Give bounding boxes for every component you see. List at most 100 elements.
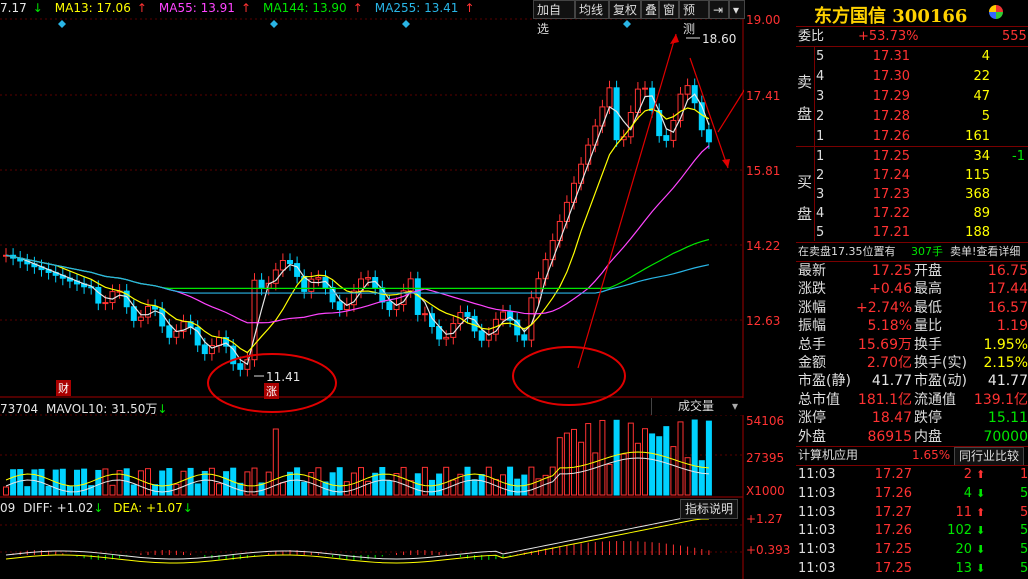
stat-label: 总手 <box>798 336 826 353</box>
candle-body <box>500 311 506 320</box>
price-axis-label: 17.41 <box>746 89 781 103</box>
order-book-row[interactable]: 2 17.28 5 <box>814 107 1028 126</box>
toolbar-button-0[interactable]: 加自选 <box>533 0 575 36</box>
toolbar-button-4[interactable]: 窗 <box>659 0 679 19</box>
volume-bar <box>492 478 499 496</box>
candle-body <box>670 119 677 141</box>
industry-compare-button[interactable]: 同行业比较 <box>954 447 1025 466</box>
ma-legend-item: MA55: 13.91 ↑ <box>159 1 257 15</box>
ma-legend-item: MA255: 13.41 ↑ <box>375 1 481 15</box>
low-price-label: 11.41 <box>266 370 301 384</box>
arrow-up-icon: ⬆ <box>976 505 986 519</box>
quote-stat-row: 外盘 86915 内盘 70000 <box>796 428 1028 446</box>
tick-time: 11:03 <box>798 523 836 539</box>
stat-value: 70000 <box>983 428 1028 445</box>
finance-marker[interactable]: 财 <box>56 380 71 396</box>
order-book-row[interactable]: 3 17.29 47 <box>814 87 1028 106</box>
volume-bar <box>208 467 215 496</box>
kline-chart[interactable] <box>0 0 744 579</box>
jump-icon[interactable]: ⇥ <box>709 0 729 19</box>
order-book-row[interactable]: 2 17.24 115 <box>814 166 1028 185</box>
volume-bar <box>528 466 535 496</box>
volume-bar <box>677 421 684 496</box>
order-change: -1 <box>1012 149 1025 164</box>
price-axis-label: 19.00 <box>746 13 781 27</box>
stat-value: 16.57 <box>987 299 1028 316</box>
stat-value: 16.75 <box>987 263 1028 279</box>
ma-legend-label: 7.17 <box>0 1 27 15</box>
ma-legend-label: MA144: 13.90 <box>263 1 347 15</box>
volume-bar <box>649 433 656 496</box>
volume-bar <box>670 446 677 496</box>
tick-price: 17.26 <box>874 523 912 539</box>
volume-bar <box>656 436 663 496</box>
mavol-arrow: ↓ <box>157 402 168 416</box>
industry-pct: 1.65% <box>912 448 951 462</box>
volume-bar <box>592 452 599 496</box>
order-book-row[interactable]: 1 17.26 161 <box>814 127 1028 146</box>
volume-bar <box>443 466 450 496</box>
order-price: 17.26 <box>872 129 910 144</box>
volume-bar <box>17 469 24 496</box>
stat-label: 量比 <box>914 318 942 335</box>
quote-stat-row: 涨跌 +0.46 最高 17.44 <box>796 280 1028 298</box>
candle-body <box>237 363 244 370</box>
buy-side-label: 买 盘 <box>796 147 815 241</box>
arrow-down-icon: ⬇ <box>976 486 986 500</box>
order-volume: 161 <box>965 129 990 144</box>
stat-label: 振幅 <box>798 318 826 335</box>
order-book-row[interactable]: 3 17.23 368 <box>814 185 1028 204</box>
toolbar-button-2[interactable]: 复权 <box>609 0 641 19</box>
toolbar-button-5[interactable]: 预测 <box>679 0 709 36</box>
candle-body <box>95 286 102 304</box>
tick-price: 17.26 <box>874 485 912 501</box>
candle-body <box>365 277 372 280</box>
pie-icon[interactable] <box>989 5 1003 19</box>
tick-volume: 4 <box>963 485 972 501</box>
dea-label: DEA: +1.07 <box>113 501 183 515</box>
volume-bar <box>223 471 230 496</box>
volume-bar <box>379 467 386 496</box>
diamond-marker <box>402 20 410 28</box>
order-book-row[interactable]: 5 17.21 188 <box>814 223 1028 242</box>
limit-up-marker[interactable]: 涨 <box>264 383 279 399</box>
high-price-label: 18.60 <box>702 32 737 46</box>
order-volume: 5 <box>981 109 990 124</box>
large-order-notice[interactable]: 在卖盘17.35位置有 307手 卖单!查看详细 <box>796 242 1028 261</box>
ma-legend-item: MA144: 13.90 ↑ <box>263 1 369 15</box>
stat-label: 涨停 <box>798 410 826 427</box>
ma5-line <box>5 93 710 366</box>
quote-stat-row: 金额 2.70亿 换手(实) 2.15% <box>796 354 1028 372</box>
order-volume: 368 <box>965 187 990 202</box>
arrow-down-icon: ⬇ <box>976 562 986 575</box>
weibi-label: 委比 <box>798 29 825 44</box>
tick-row: 11:03 17.27 11 ⬆ 5 <box>796 504 1028 522</box>
order-book-row[interactable]: 4 17.22 89 <box>814 204 1028 223</box>
order-price: 17.29 <box>872 89 910 104</box>
volume-bar <box>187 467 194 496</box>
indicator-select-label: 成交量 <box>678 399 715 413</box>
candle-body <box>145 305 151 318</box>
order-price: 17.30 <box>872 69 910 84</box>
toolbar-button-3[interactable]: 叠 <box>641 0 659 19</box>
order-price: 17.24 <box>872 168 910 183</box>
order-book-row[interactable]: 1 17.25 34 -1 <box>814 147 1028 166</box>
ma-legend-arrow: ↑ <box>464 1 475 15</box>
order-book-row[interactable]: 4 17.30 22 <box>814 67 1028 86</box>
toolbar-button-1[interactable]: 均线 <box>575 0 609 19</box>
indicator-select[interactable]: 成交量 ▾ <box>651 398 744 415</box>
volume-bar <box>663 426 670 496</box>
indicator-help-button[interactable]: 指标说明 <box>680 499 739 519</box>
order-book-row[interactable]: 5 17.31 4 <box>814 47 1028 66</box>
volume-bar <box>642 428 648 496</box>
menu-dropdown-icon[interactable]: ▾ <box>729 0 745 19</box>
stat-label: 金额 <box>798 355 826 371</box>
order-price: 17.22 <box>872 206 910 221</box>
ma-legend-arrow: ↑ <box>240 1 251 15</box>
order-level: 4 <box>816 69 825 84</box>
stat-value: 181.1亿 <box>857 391 912 408</box>
volume-bar <box>563 432 570 496</box>
candle-body <box>421 313 428 316</box>
candle-body <box>478 330 485 341</box>
stat-label: 最低 <box>914 299 942 316</box>
